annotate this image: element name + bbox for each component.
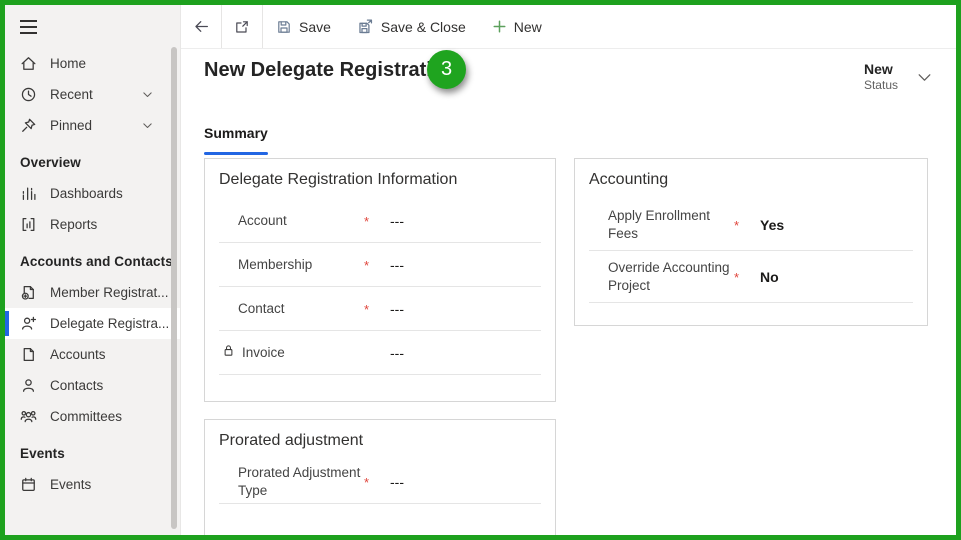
new-label: New [513,18,542,35]
sidebar-item-label: Delegate Registra... [50,316,170,331]
sidebar-item-label: Member Registrat... [50,285,169,300]
required-asterisk: * [364,214,370,229]
tab-summary-label: Summary [204,125,268,141]
sidebar-item-pinned[interactable]: Pinned [5,110,180,141]
sidebar-item-label: Recent [50,87,93,102]
field-label: Prorated Adjustment Type [238,464,361,498]
section-title: Delegate Registration Information [219,171,458,188]
field-label: Override Accounting Project [608,259,730,293]
new-button[interactable]: New [479,5,555,48]
command-bar: Save Save & Close New [181,5,956,49]
reports-icon [20,216,37,233]
sidebar-item-label: Pinned [50,118,93,133]
page-title: New Delegate Registration [204,59,457,81]
record-header: New Delegate Registration New Status [181,49,956,111]
required-asterisk: * [364,302,370,317]
field-value: --- [390,256,404,273]
sidebar-item-label: Reports [50,217,98,232]
chevron-down-icon[interactable] [141,88,154,104]
field-label: Account [238,212,287,228]
save-and-close-label: Save & Close [380,18,466,35]
required-asterisk: * [734,218,740,233]
back-button[interactable] [181,5,222,48]
annotation-badge-3: 3 [427,50,466,89]
sidebar-item-accounts[interactable]: Accounts [5,339,180,370]
field-prorated-adjustment-type[interactable]: Prorated Adjustment Type * --- [219,460,541,504]
save-and-close-button[interactable]: Save & Close [344,5,479,48]
sidebar-item-label: Contacts [50,378,104,393]
status-field[interactable]: New Status [864,59,933,111]
sidebar-scrollbar[interactable] [171,47,177,529]
section-delegate-registration-information: Delegate Registration Information Accoun… [204,158,556,402]
chevron-down-icon[interactable] [916,61,933,91]
field-value: --- [390,212,404,229]
pin-icon [20,117,37,134]
sidebar-group-overview: Overview [20,155,81,170]
sidebar-item-recent[interactable]: Recent [5,79,180,110]
document-add-icon [20,284,37,301]
main-panel: Save Save & Close New New Delegate Regis… [181,5,956,535]
clock-icon [20,86,37,103]
field-apply-enrollment-fees[interactable]: Apply Enrollment Fees * Yes [589,199,913,251]
lock-icon [221,343,236,363]
sidebar-item-delegate-registrations[interactable]: Delegate Registra... [5,308,180,339]
field-value: --- [390,473,404,490]
popout-icon[interactable] [222,5,263,48]
sidebar-item-label: Home [50,56,87,71]
sidebar-item-home[interactable]: Home [5,48,180,79]
sidebar-group-accounts-contacts: Accounts and Contacts [20,254,173,269]
field-contact[interactable]: Contact * --- [219,287,541,331]
people-group-icon [20,408,37,425]
field-label: Membership [238,256,313,272]
save-label: Save [299,18,331,35]
status-value: New [863,61,893,77]
sidebar-item-label: Events [50,477,92,492]
field-label: Invoice [242,344,285,360]
sidebar-item-dashboards[interactable]: Dashboards [5,178,180,209]
field-value: --- [390,300,404,317]
tab-strip: Summary [181,111,956,155]
sidebar-item-label: Accounts [50,347,106,362]
save-button[interactable]: Save [263,5,344,48]
person-add-icon [20,315,37,332]
sidebar-item-reports[interactable]: Reports [5,209,180,240]
home-icon [20,55,37,72]
sidebar-item-member-registrations[interactable]: Member Registrat... [5,277,180,308]
required-asterisk: * [364,258,370,273]
field-value: --- [390,344,404,361]
chevron-down-icon[interactable] [141,119,154,135]
calendar-icon [20,476,37,493]
field-value: No [760,268,779,285]
field-label: Contact [238,300,285,316]
field-membership[interactable]: Membership * --- [219,243,541,287]
form-content: Delegate Registration Information Accoun… [181,153,956,535]
app-window: Home Recent Pinned Overview Dashboards R… [0,0,961,540]
section-title: Prorated adjustment [219,432,364,449]
section-accounting: Accounting Apply Enrollment Fees * Yes O… [574,158,928,326]
document-icon [20,346,37,363]
sitemap-sidebar: Home Recent Pinned Overview Dashboards R… [5,5,181,535]
sidebar-nav: Home Recent Pinned Overview Dashboards R… [5,38,180,500]
required-asterisk: * [734,270,740,285]
tab-summary[interactable]: Summary [204,125,268,155]
field-invoice[interactable]: Invoice --- [219,331,541,375]
status-label: Status [863,78,898,92]
dashboards-icon [20,185,37,202]
field-label: Apply Enrollment Fees [608,207,711,241]
sidebar-item-label: Dashboards [50,186,123,201]
sidebar-item-label: Committees [50,409,123,424]
field-account[interactable]: Account * --- [219,199,541,243]
sidebar-group-events: Events [20,446,65,461]
section-title: Accounting [589,171,669,188]
menu-icon[interactable] [5,5,180,34]
person-icon [20,377,37,394]
required-asterisk: * [364,475,370,490]
field-value: Yes [760,216,785,233]
sidebar-item-contacts[interactable]: Contacts [5,370,180,401]
section-prorated-adjustment: Prorated adjustment Prorated Adjustment … [204,419,556,535]
sidebar-item-committees[interactable]: Committees [5,401,180,432]
required-asterisk [364,352,390,354]
field-override-accounting-project[interactable]: Override Accounting Project * No [589,251,913,303]
sidebar-item-events[interactable]: Events [5,469,180,500]
